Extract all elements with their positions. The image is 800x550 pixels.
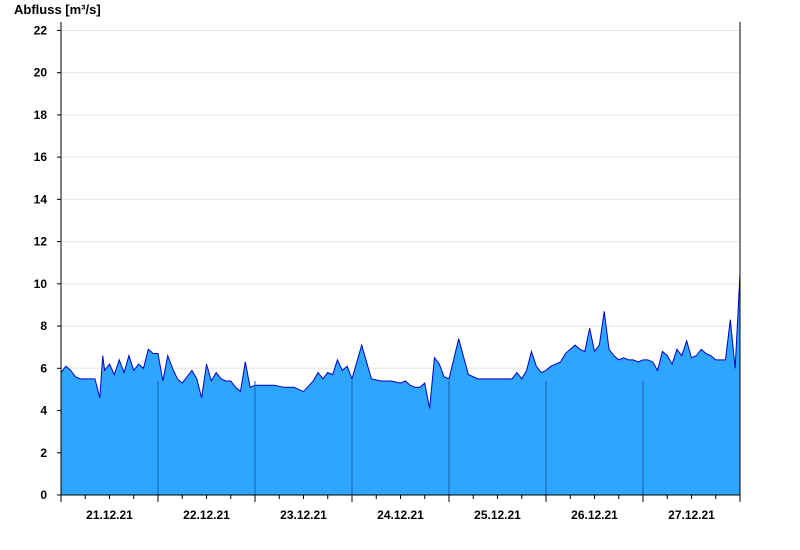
x-tick-label: 27.12.21: [668, 508, 715, 522]
y-tick-label: 22: [34, 23, 48, 37]
x-tick-label: 22.12.21: [183, 508, 230, 522]
y-tick-label: 0: [40, 488, 47, 502]
y-tick-label: 16: [34, 150, 48, 164]
discharge-chart: 0 2 4 6 8 10 12 14 16 18 20 22 21.12.21 22.12.21 23.1…: [14, 2, 741, 522]
x-tick-label: 23.12.21: [280, 508, 327, 522]
y-tick-label: 10: [34, 277, 48, 291]
y-ticks: 0 2 4 6 8 10 12 14 16 18 20 22: [34, 23, 61, 502]
x-tick-label: 24.12.21: [377, 508, 424, 522]
y-tick-label: 2: [40, 446, 47, 460]
x-ticks: 21.12.21 22.12.21 23.12.21 24.12.21 25.12.21…: [60, 495, 741, 522]
x-tick-label: 26.12.21: [571, 508, 618, 522]
y-axis-title: Abfluss [m³/s]: [14, 2, 101, 17]
x-tick-label: 21.12.21: [86, 508, 133, 522]
y-tick-label: 12: [34, 235, 48, 249]
y-tick-label: 18: [34, 108, 48, 122]
y-tick-label: 14: [34, 192, 48, 206]
y-tick-label: 20: [34, 66, 48, 80]
discharge-fill: [61, 273, 740, 495]
y-tick-label: 6: [40, 361, 47, 375]
y-tick-label: 4: [40, 404, 47, 418]
discharge-area: [60, 273, 741, 495]
x-tick-label: 25.12.21: [474, 508, 521, 522]
y-tick-label: 8: [40, 319, 47, 333]
